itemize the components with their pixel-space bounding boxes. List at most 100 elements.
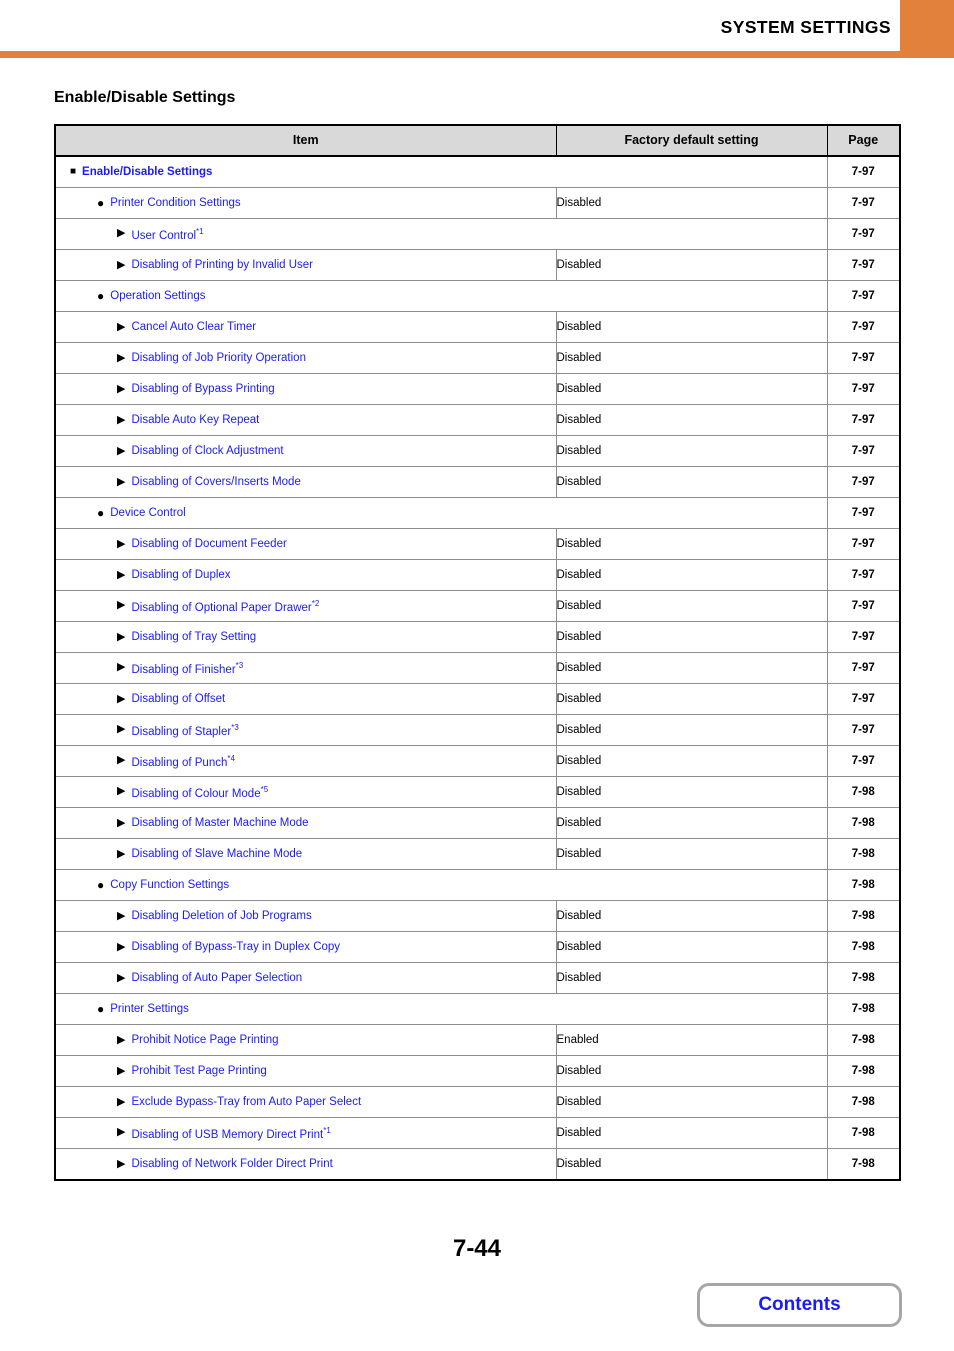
row-page-link[interactable]: 7-98 (827, 1086, 900, 1118)
table-row: ▶ Disabling of Offset Disabled 7-97 (55, 683, 900, 715)
row-item-cell: ● Printer Settings (55, 993, 828, 1025)
row-item-link[interactable]: Disabling of USB Memory Direct Print*1 (131, 1126, 330, 1141)
table-row: ▶ Disabling of Printing by Invalid User Di… (55, 249, 900, 281)
row-item-link[interactable]: Prohibit Notice Page Printing (131, 1034, 278, 1046)
row-item-link[interactable]: Disabling of Duplex (131, 569, 230, 581)
row-page-link[interactable]: 7-97 (827, 404, 900, 436)
table-row: ▶ Disabling of Bypass Printing Disabled 7-9… (55, 373, 900, 405)
table-row: ▶ Disabling of Clock Adjustment Disabled 7-… (55, 435, 900, 467)
row-item-link[interactable]: Disabling of Covers/Inserts Mode (131, 476, 300, 488)
row-page-link[interactable]: 7-97 (827, 249, 900, 281)
row-item-link[interactable]: Disabling of Stapler*3 (131, 723, 238, 738)
triangle-bullet-icon: ▶ (117, 723, 126, 736)
row-page-link[interactable]: 7-97 (827, 373, 900, 405)
row-item-link[interactable]: Disabling of Slave Machine Mode (131, 848, 302, 860)
row-page-link[interactable]: 7-97 (827, 187, 900, 219)
row-item-link[interactable]: Printer Settings (110, 1003, 189, 1015)
row-item-cell: ▶ Prohibit Test Page Printing (55, 1055, 557, 1087)
triangle-bullet-icon: ▶ (117, 320, 126, 333)
row-item-link[interactable]: Disabling of Colour Mode*5 (131, 785, 268, 800)
row-page-link[interactable]: 7-98 (827, 962, 900, 994)
row-page-link[interactable]: 7-98 (827, 1149, 900, 1181)
table-row: ▶ Disabling of Covers/Inserts Mode Disable… (55, 466, 900, 498)
row-item-link[interactable]: Disabling Deletion of Job Programs (131, 910, 311, 922)
row-page-link[interactable]: 7-97 (827, 218, 900, 250)
row-page-link[interactable]: 7-98 (827, 776, 900, 808)
row-page-link[interactable]: 7-98 (827, 931, 900, 963)
row-default-cell: Disabled (556, 1086, 828, 1118)
row-item-link[interactable]: Enable/Disable Settings (82, 166, 212, 178)
row-page-link[interactable]: 7-97 (827, 528, 900, 560)
row-page-link[interactable]: 7-97 (827, 466, 900, 498)
row-default-cell: Disabled (556, 652, 828, 684)
row-default-cell: Enabled (556, 1024, 828, 1056)
row-item-link[interactable]: Prohibit Test Page Printing (131, 1065, 266, 1077)
row-item-link[interactable]: Disabling of Network Folder Direct Print (131, 1158, 332, 1170)
row-item-link[interactable]: Device Control (110, 507, 185, 519)
row-page-link[interactable]: 7-97 (827, 280, 900, 312)
row-item-cell: ▶ Exclude Bypass-Tray from Auto Paper Sel… (55, 1086, 557, 1118)
row-item-link[interactable]: Disabling of Printing by Invalid User (131, 259, 313, 271)
row-item-link[interactable]: Disabling of Bypass Printing (131, 383, 274, 395)
row-item-link[interactable]: Disabling of Punch*4 (131, 754, 234, 769)
row-page-link[interactable]: 7-97 (827, 559, 900, 591)
row-item-link[interactable]: Disabling of Optional Paper Drawer*2 (131, 599, 319, 614)
row-page-link[interactable]: 7-98 (827, 1117, 900, 1149)
row-page-link[interactable]: 7-98 (827, 869, 900, 901)
row-item-link[interactable]: Disabling of Offset (131, 693, 225, 705)
row-page-link[interactable]: 7-97 (827, 311, 900, 343)
row-page-link[interactable]: 7-98 (827, 1024, 900, 1056)
row-item-link[interactable]: Disabling of Document Feeder (131, 538, 286, 550)
row-page-link[interactable]: 7-97 (827, 683, 900, 715)
row-default-cell: Disabled (556, 249, 828, 281)
row-default-cell: Disabled (556, 528, 828, 560)
row-item-cell: ▶ Cancel Auto Clear Timer (55, 311, 557, 343)
row-item-link[interactable]: Printer Condition Settings (110, 197, 240, 209)
row-page-link[interactable]: 7-97 (827, 652, 900, 684)
row-item-cell: ▶ Disabling of Slave Machine Mode (55, 838, 557, 870)
table-row: ▶ Exclude Bypass-Tray from Auto Paper Sel… (55, 1086, 900, 1118)
row-page-link[interactable]: 7-98 (827, 1055, 900, 1087)
row-item-link[interactable]: Disabling of Clock Adjustment (131, 445, 283, 457)
triangle-bullet-icon: ▶ (117, 630, 126, 643)
row-page-link[interactable]: 7-97 (827, 342, 900, 374)
triangle-bullet-icon: ▶ (117, 475, 126, 488)
table-row: ▶ Disabling of Stapler*3 Disabled 7-97 (55, 714, 900, 746)
row-page-link[interactable]: 7-97 (827, 714, 900, 746)
row-page-link[interactable]: 7-97 (827, 156, 900, 188)
row-default-cell: Disabled (556, 1117, 828, 1149)
row-item-link[interactable]: Disabling of Bypass-Tray in Duplex Copy (131, 941, 340, 953)
row-page-link[interactable]: 7-97 (827, 435, 900, 467)
row-item-footnote: *5 (260, 784, 269, 794)
triangle-bullet-icon: ▶ (117, 413, 126, 426)
table-row: ▶ Prohibit Notice Page Printing Enabled 7-9… (55, 1024, 900, 1056)
row-page-link[interactable]: 7-98 (827, 900, 900, 932)
row-item-link[interactable]: Cancel Auto Clear Timer (131, 321, 256, 333)
contents-button[interactable]: Contents (697, 1283, 902, 1327)
row-page-link[interactable]: 7-97 (827, 497, 900, 529)
row-item-link[interactable]: Disabling of Master Machine Mode (131, 817, 308, 829)
row-item-link[interactable]: Disable Auto Key Repeat (131, 414, 259, 426)
table-header-row: Item Factory default setting Page (55, 125, 900, 157)
row-default-cell: Disabled (556, 714, 828, 746)
row-page-link[interactable]: 7-98 (827, 807, 900, 839)
row-item-link[interactable]: Disabling of Auto Paper Selection (131, 972, 302, 984)
row-item-link[interactable]: Exclude Bypass-Tray from Auto Paper Sele… (131, 1096, 361, 1108)
row-item-link[interactable]: Disabling of Finisher*3 (131, 661, 243, 676)
row-page-link[interactable]: 7-97 (827, 590, 900, 622)
row-item-link[interactable]: Disabling of Job Priority Operation (131, 352, 306, 364)
row-item-link[interactable]: Operation Settings (110, 290, 205, 302)
row-page-link[interactable]: 7-97 (827, 745, 900, 777)
row-item-cell: ▶ Disabling of Stapler*3 (55, 714, 557, 746)
row-item-cell: ■ Enable/Disable Settings (55, 156, 828, 188)
settings-table: Item Factory default setting Page ■ Enabl… (54, 124, 901, 1181)
row-page-link[interactable]: 7-98 (827, 838, 900, 870)
row-page-link[interactable]: 7-98 (827, 993, 900, 1025)
row-default-cell: Disabled (556, 187, 828, 219)
row-item-cell: ▶ Disabling of Job Priority Operation (55, 342, 557, 374)
row-item-link[interactable]: Disabling of Tray Setting (131, 631, 256, 643)
row-page-link[interactable]: 7-97 (827, 621, 900, 653)
row-item-link[interactable]: Copy Function Settings (110, 879, 229, 891)
table-row: ▶ Disabling of Duplex Disabled 7-97 (55, 559, 900, 591)
row-item-link[interactable]: User Control*1 (131, 227, 203, 242)
